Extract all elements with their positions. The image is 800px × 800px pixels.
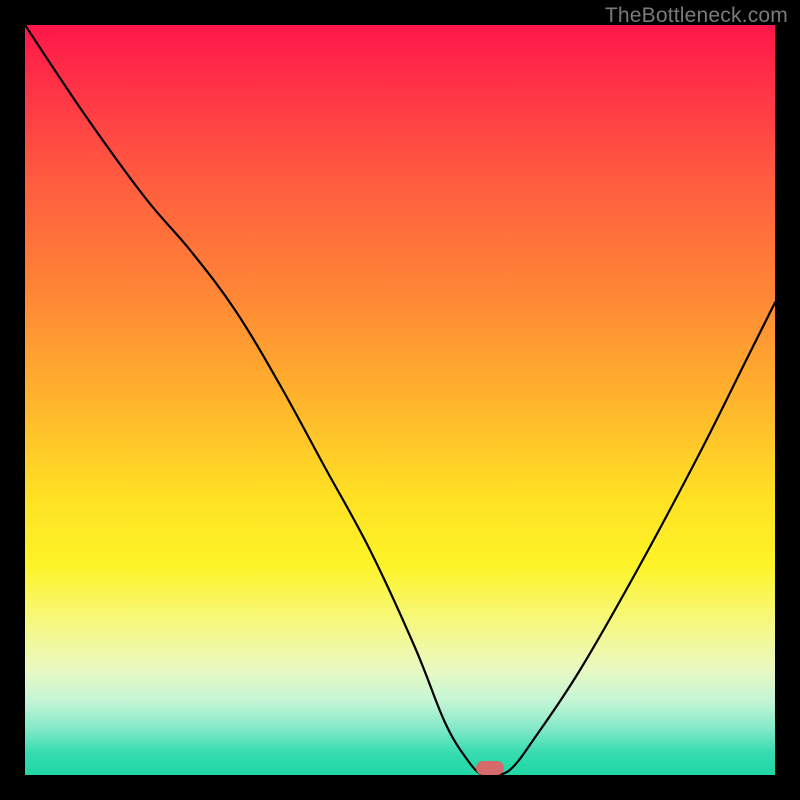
plot-area: [25, 25, 775, 775]
chart-frame: TheBottleneck.com: [0, 0, 800, 800]
watermark-text: TheBottleneck.com: [605, 4, 788, 28]
bottleneck-curve: [25, 25, 775, 775]
optimal-marker: [476, 761, 504, 775]
curve-svg: [25, 25, 775, 775]
